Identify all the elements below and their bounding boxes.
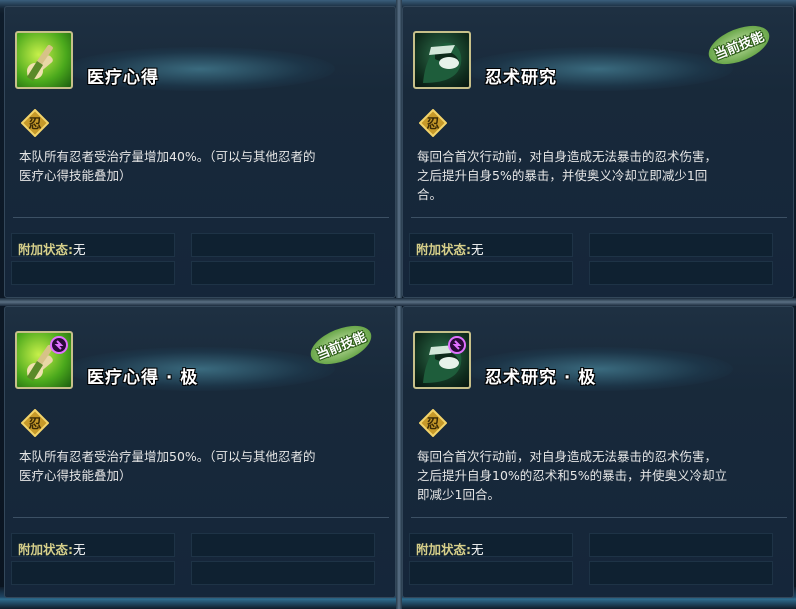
status-cell bbox=[191, 261, 375, 285]
medical-scroll-icon[interactable] bbox=[15, 31, 73, 89]
skill-name: 医疗心得 bbox=[87, 68, 159, 88]
status-cell: 附加状态:无 bbox=[409, 233, 573, 257]
current-skill-badge: 当前技能 bbox=[300, 313, 382, 377]
extra-status-value: 无 bbox=[471, 242, 484, 257]
masked-ninja-icon[interactable] bbox=[413, 331, 471, 389]
status-cell bbox=[191, 233, 375, 257]
extra-status-label: 附加状态: bbox=[416, 542, 471, 557]
skill-description: 本队所有忍者受治疗量增加40%。（可以与其他忍者的 医疗心得技能叠加） bbox=[19, 149, 316, 183]
extra-status-value: 无 bbox=[73, 542, 86, 557]
section-separator bbox=[13, 517, 389, 518]
skill-card-ninjutsu-ultimate[interactable]: 忍术研究 · 极 忍 每回合首次行动前，对自身造成无法暴击的忍术伤害， 之后提升… bbox=[402, 306, 794, 598]
masked-ninja-icon[interactable] bbox=[413, 31, 471, 89]
status-cell bbox=[589, 233, 773, 257]
medical-scroll-icon[interactable] bbox=[15, 331, 73, 389]
skill-name: 医疗心得 · 极 bbox=[87, 368, 199, 388]
extra-status-label: 附加状态: bbox=[18, 242, 73, 257]
status-cell bbox=[11, 261, 175, 285]
extra-status-value: 无 bbox=[471, 542, 484, 557]
current-skill-badge: 当前技能 bbox=[698, 13, 780, 77]
status-cell bbox=[191, 561, 375, 585]
extra-status-value: 无 bbox=[73, 242, 86, 257]
skill-name: 忍术研究 bbox=[485, 68, 557, 88]
ninja-emblem-icon: 忍 bbox=[20, 408, 50, 438]
status-cell: 附加状态:无 bbox=[11, 533, 175, 557]
ninja-emblem-icon: 忍 bbox=[418, 408, 448, 438]
status-cell bbox=[589, 561, 773, 585]
skill-description: 每回合首次行动前，对自身造成无法暴击的忍术伤害， 之后提升自身10%的忍术和5%… bbox=[417, 449, 728, 502]
status-cell: 附加状态:无 bbox=[11, 233, 175, 257]
section-separator bbox=[411, 517, 787, 518]
status-cell bbox=[589, 261, 773, 285]
status-cell bbox=[191, 533, 375, 557]
ninja-mark-glyph: 忍 bbox=[426, 117, 439, 132]
skill-description: 每回合首次行动前，对自身造成无法暴击的忍术伤害， 之后提升自身5%的暴击，并使奥… bbox=[417, 149, 718, 202]
ninja-mark-glyph: 忍 bbox=[28, 417, 41, 432]
extra-status-label: 附加状态: bbox=[416, 242, 471, 257]
horizontal-divider bbox=[0, 298, 796, 306]
ninja-mark-glyph: 忍 bbox=[28, 117, 41, 132]
section-separator bbox=[411, 217, 787, 218]
skill-card-ninjutsu[interactable]: 忍术研究 当前技能 忍 每回合首次行动前，对自身造成无法暴击的忍术伤害， 之后提… bbox=[402, 6, 794, 298]
skill-description: 本队所有忍者受治疗量增加50%。（可以与其他忍者的 医疗心得技能叠加） bbox=[19, 449, 316, 483]
skill-name: 忍术研究 · 极 bbox=[485, 368, 597, 388]
section-separator bbox=[13, 217, 389, 218]
status-cell bbox=[409, 261, 573, 285]
skill-card-medical[interactable]: 医疗心得 忍 本队所有忍者受治疗量增加40%。（可以与其他忍者的 医疗心得技能叠… bbox=[4, 6, 396, 298]
status-cell bbox=[589, 533, 773, 557]
extra-status-label: 附加状态: bbox=[18, 542, 73, 557]
skill-card-medical-ultimate[interactable]: 医疗心得 · 极 当前技能 忍 本队所有忍者受治疗量增加50%。（可以与其他忍者… bbox=[4, 306, 396, 598]
status-cell bbox=[409, 561, 573, 585]
status-cell: 附加状态:无 bbox=[409, 533, 573, 557]
ninja-emblem-icon: 忍 bbox=[20, 108, 50, 138]
status-cell bbox=[11, 561, 175, 585]
ninja-mark-glyph: 忍 bbox=[426, 417, 439, 432]
ninja-emblem-icon: 忍 bbox=[418, 108, 448, 138]
